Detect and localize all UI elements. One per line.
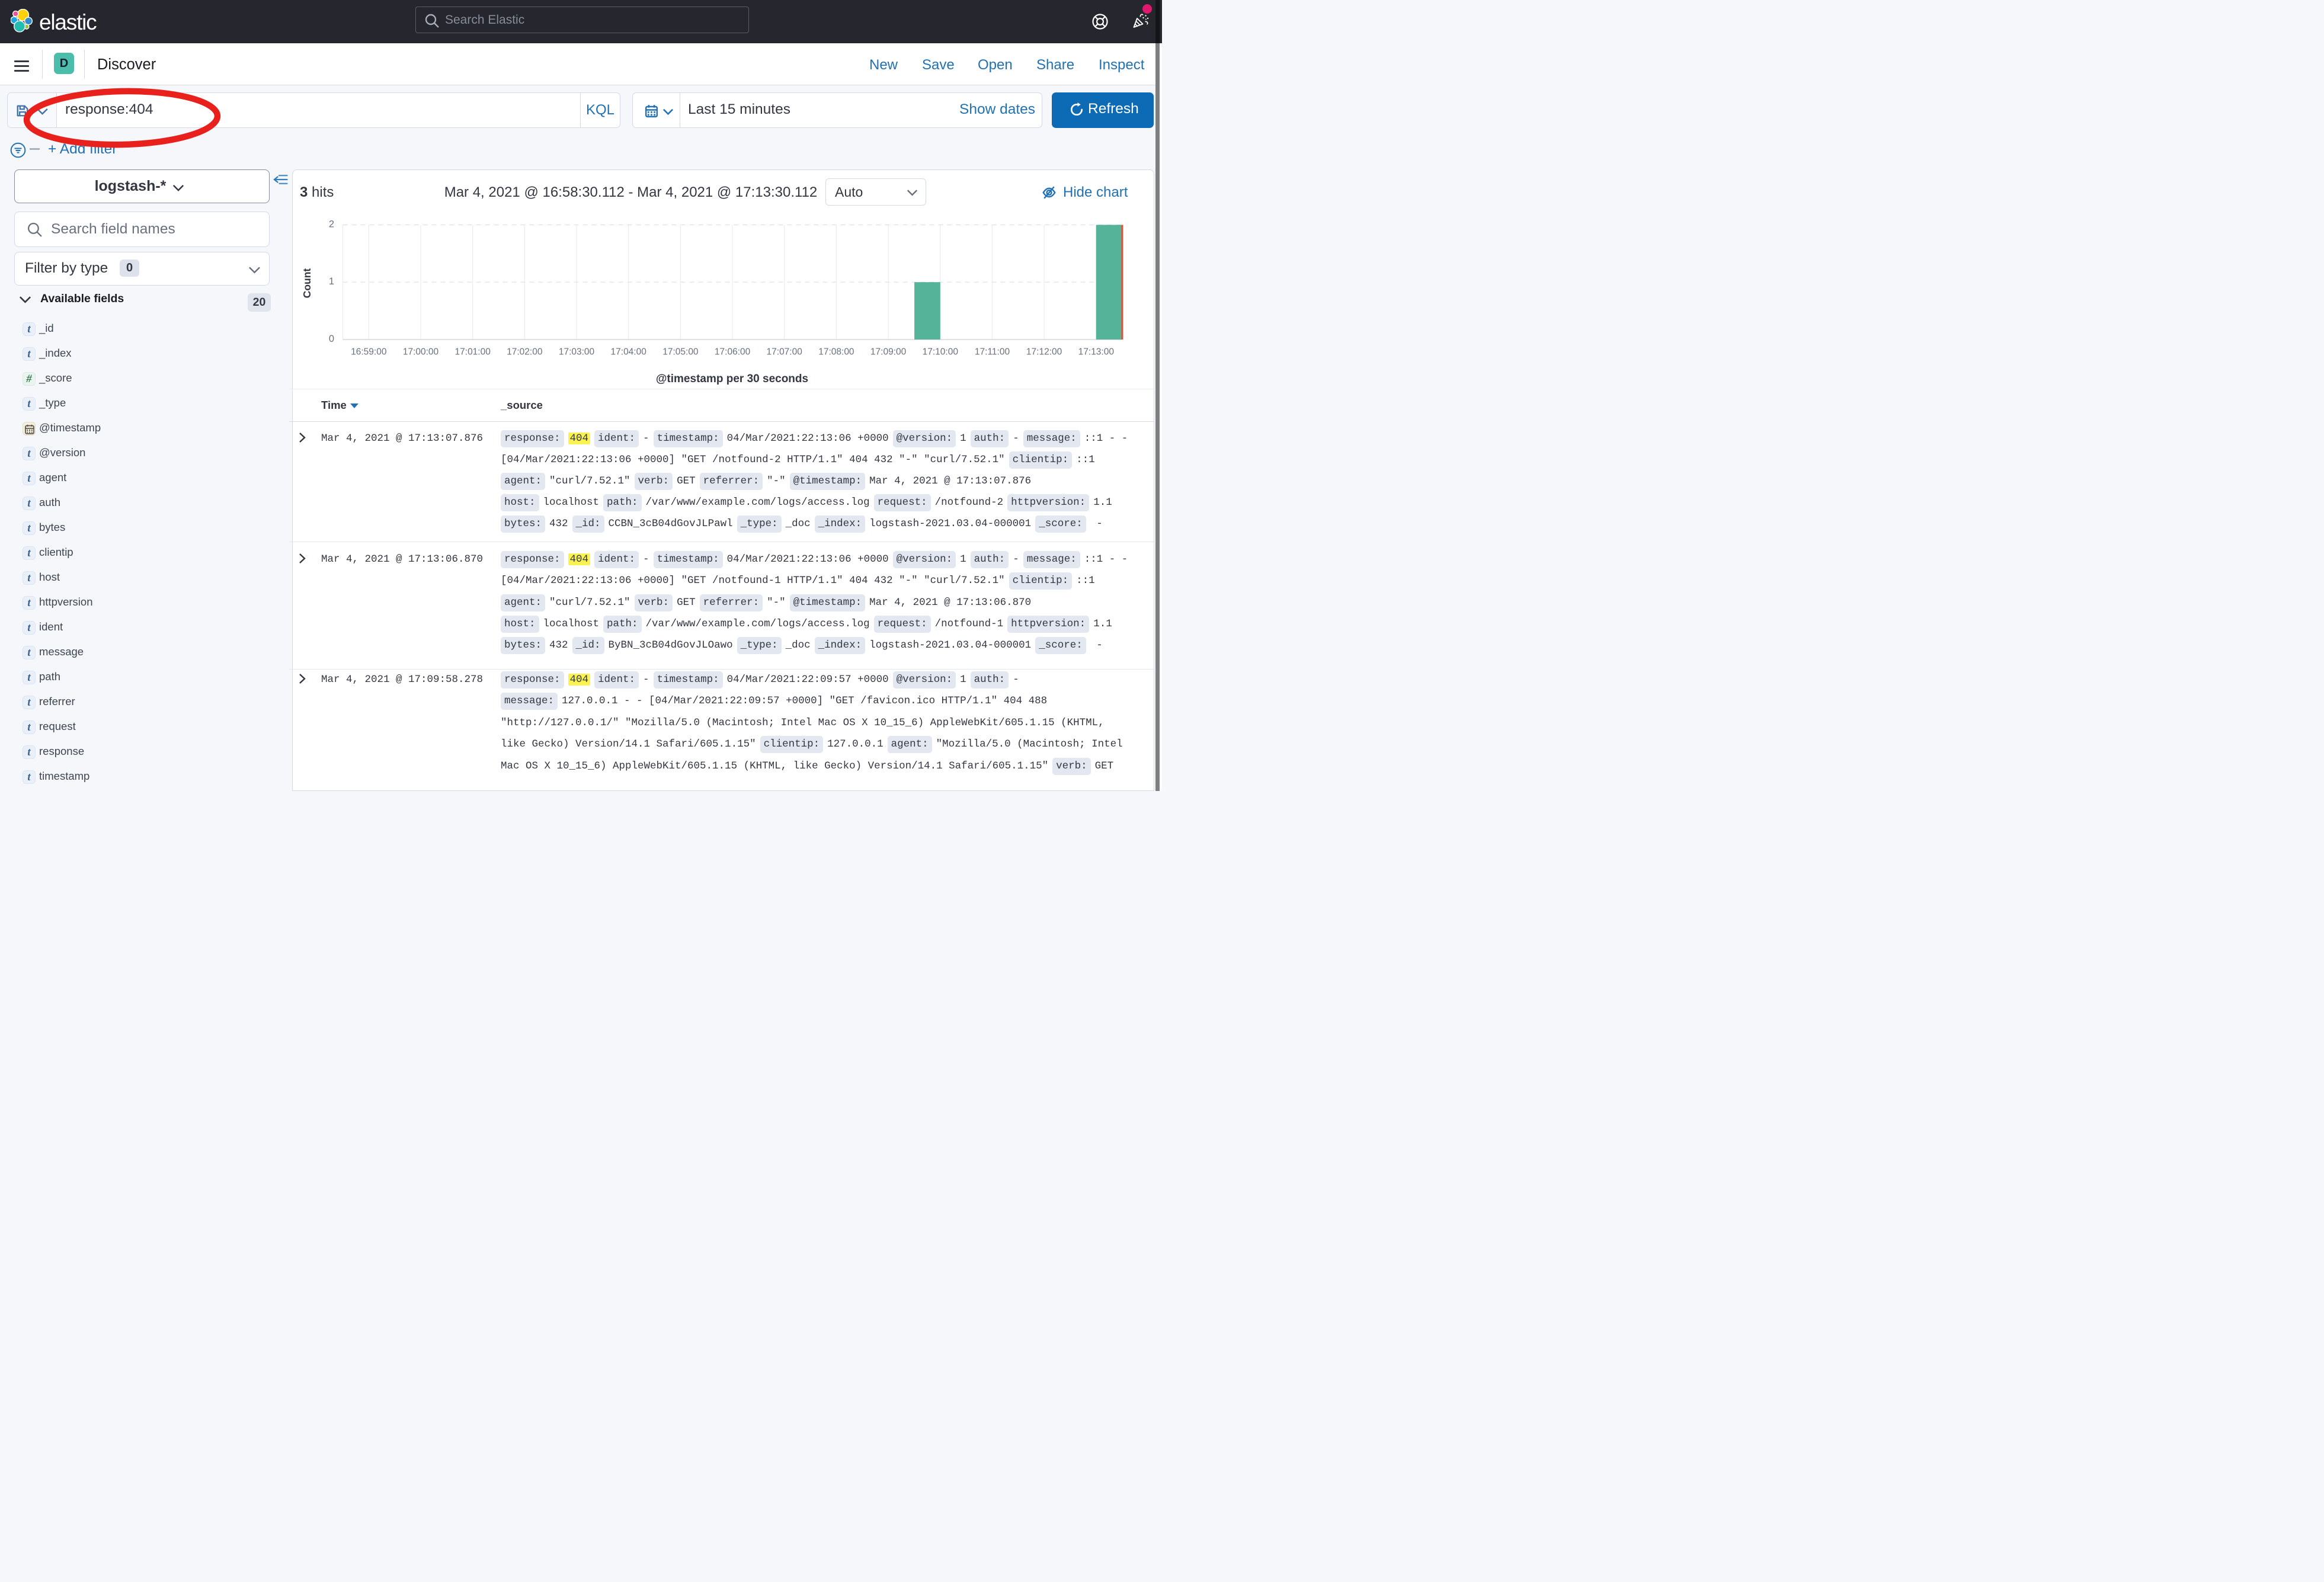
svg-text:17:02:00: 17:02:00 (507, 347, 543, 357)
svg-text:@timestamp per 30 seconds: @timestamp per 30 seconds (656, 373, 808, 385)
svg-text:17:07:00: 17:07:00 (767, 347, 803, 357)
svg-text:2: 2 (329, 219, 334, 230)
svg-text:17:00:00: 17:00:00 (403, 347, 439, 357)
svg-text:17:11:00: 17:11:00 (975, 347, 1010, 357)
svg-text:17:04:00: 17:04:00 (611, 347, 647, 357)
svg-text:1: 1 (329, 276, 334, 287)
svg-text:17:03:00: 17:03:00 (559, 347, 595, 357)
svg-text:17:08:00: 17:08:00 (818, 347, 854, 357)
svg-text:17:06:00: 17:06:00 (715, 347, 751, 357)
svg-text:17:10:00: 17:10:00 (923, 347, 959, 357)
svg-text:17:13:00: 17:13:00 (1078, 347, 1115, 357)
svg-text:17:09:00: 17:09:00 (870, 347, 907, 357)
svg-text:17:01:00: 17:01:00 (455, 347, 491, 357)
svg-text:0: 0 (329, 334, 334, 344)
svg-text:16:59:00: 16:59:00 (351, 347, 387, 357)
svg-text:17:05:00: 17:05:00 (662, 347, 699, 357)
svg-text:Count: Count (301, 268, 313, 299)
svg-text:17:12:00: 17:12:00 (1026, 347, 1062, 357)
